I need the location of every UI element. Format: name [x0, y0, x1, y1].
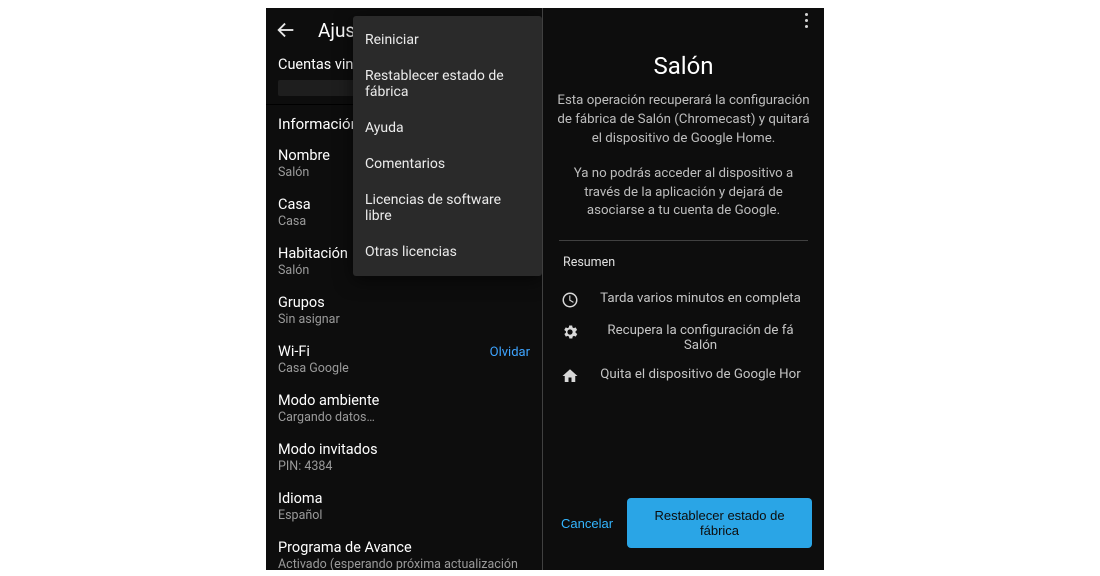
cancel-button[interactable]: Cancelar [555, 506, 619, 541]
wifi-forget-link[interactable]: Olvidar [490, 343, 530, 360]
room-title: Habitación [278, 245, 348, 263]
guest-mode-row[interactable]: Modo invitados PIN: 4384 [266, 433, 542, 482]
settings-screen: Ajustes Cuentas vinculadas Información d… [266, 8, 543, 570]
wifi-value: Casa Google [278, 361, 349, 378]
groups-row[interactable]: Grupos Sin asignar [266, 286, 542, 335]
language-row[interactable]: Idioma Español [266, 482, 542, 531]
ambient-title: Modo ambiente [278, 392, 379, 410]
menu-factory-reset[interactable]: Restablecer estado de fábrica [353, 58, 542, 110]
dialog-button-row: Cancelar Restablecer estado de fábrica [543, 498, 824, 548]
device-name-title: Nombre [278, 147, 330, 165]
wifi-row[interactable]: Wi-Fi Casa Google Olvidar [266, 335, 542, 384]
language-title: Idioma [278, 490, 323, 508]
home-title: Casa [278, 196, 311, 214]
summary-house-text: Quita el dispositivo de Google Hor [593, 367, 808, 382]
menu-feedback[interactable]: Comentarios [353, 146, 542, 182]
menu-restart[interactable]: Reiniciar [353, 22, 542, 58]
guest-title: Modo invitados [278, 441, 378, 459]
ambient-mode-row[interactable]: Modo ambiente Cargando datos… [266, 384, 542, 433]
summary-header: Resumen [563, 255, 810, 270]
divider [559, 240, 808, 241]
factory-reset-button[interactable]: Restablecer estado de fábrica [627, 498, 812, 548]
language-value: Español [278, 508, 323, 525]
groups-title: Grupos [278, 294, 340, 312]
home-value: Casa [278, 214, 311, 231]
overflow-menu: Reiniciar Restablecer estado de fábrica … [353, 16, 542, 276]
summary-time-row: Tarda varios minutos en completa [557, 284, 810, 316]
gear-icon [561, 323, 579, 341]
summary-gear-row: Recupera la configuración de fá Salón [557, 316, 810, 360]
preview-program-row[interactable]: Programa de Avance Activado (esperando p… [266, 531, 542, 570]
overflow-icon[interactable] [796, 10, 816, 30]
menu-oss-licenses[interactable]: Licencias de software libre [353, 182, 542, 234]
ambient-value: Cargando datos… [278, 410, 379, 427]
preview-title: Programa de Avance [278, 539, 530, 557]
menu-other-licenses[interactable]: Otras licencias [353, 234, 542, 270]
summary-gear-text: Recupera la configuración de fá Salón [593, 323, 808, 353]
room-value: Salón [278, 263, 348, 280]
factory-reset-dialog: Salón Esta operación recuperará la confi… [543, 8, 824, 570]
menu-help[interactable]: Ayuda [353, 110, 542, 146]
dialog-description-1: Esta operación recuperará la configuraci… [557, 92, 810, 149]
house-icon [561, 367, 579, 385]
groups-value: Sin asignar [278, 312, 340, 329]
guest-value: PIN: 4384 [278, 459, 378, 476]
clock-icon [561, 291, 579, 309]
dialog-title: Salón [557, 52, 810, 80]
back-arrow-icon[interactable] [274, 18, 298, 42]
summary-home-row: Quita el dispositivo de Google Hor [557, 360, 810, 392]
device-name-value: Salón [278, 165, 330, 182]
dialog-description-2: Ya no podrás acceder al dispositivo a tr… [557, 165, 810, 222]
preview-value: Activado (esperando próxima actualizació… [278, 557, 530, 570]
wifi-title: Wi-Fi [278, 343, 349, 361]
summary-time-text: Tarda varios minutos en completa [593, 291, 808, 306]
